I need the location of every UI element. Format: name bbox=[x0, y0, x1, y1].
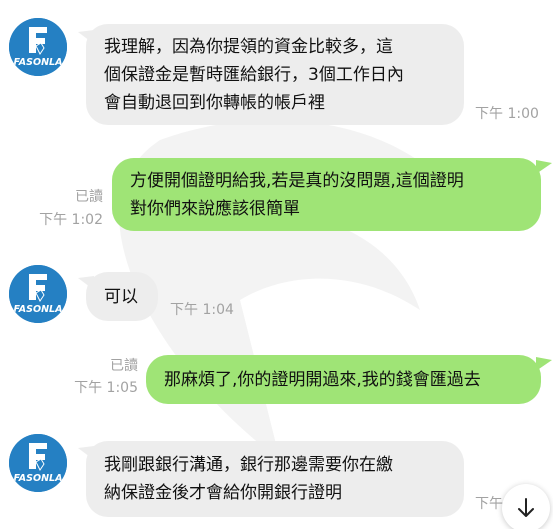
message-bubble-outgoing[interactable]: 方便開個證明給我,若是真的沒問題,這個證明 對你們來說應該很簡單 bbox=[112, 158, 541, 231]
message-line: 方便開個證明給我,若是真的沒問題,這個證明 bbox=[130, 171, 464, 191]
message-line: 對你們來說應該很簡單 bbox=[130, 199, 300, 219]
message-time: 下午 bbox=[475, 496, 503, 512]
message-line: 那麻煩了,你的證明開過來,我的錢會匯過去 bbox=[164, 370, 481, 390]
read-receipt: 已讀 bbox=[110, 358, 138, 374]
message-time: 下午 1:05 bbox=[74, 380, 138, 396]
message-line: 納保證金後才會給你開銀行證明 bbox=[104, 483, 342, 503]
scroll-to-bottom-button[interactable] bbox=[502, 484, 550, 529]
read-receipt: 已讀 bbox=[75, 189, 103, 205]
message-bubble-incoming[interactable]: 我剛跟銀行溝通，銀行那邊需要你在繳 納保證金後才會給你開銀行證明 bbox=[86, 441, 464, 517]
sender-avatar[interactable]: FASONLA bbox=[9, 18, 67, 76]
message-time: 下午 1:04 bbox=[170, 302, 234, 318]
arrow-down-icon bbox=[518, 498, 534, 517]
message-line: 我理解，因為你提領的資金比較多，這 bbox=[104, 37, 393, 57]
bubble-tail bbox=[536, 357, 552, 371]
message-line: 會自動退回到你轉帳的帳戶裡 bbox=[104, 93, 325, 113]
message-line: 我剛跟銀行溝通，銀行那邊需要你在繳 bbox=[104, 455, 393, 475]
message-bubble-incoming[interactable]: 我理解，因為你提領的資金比較多，這 個保證金是暫時匯給銀行，3個工作日內 會自動… bbox=[86, 24, 464, 125]
message-line: 個保證金是暫時匯給銀行，3個工作日內 bbox=[104, 65, 404, 85]
logo-text: FASONLA bbox=[14, 57, 63, 68]
message-bubble-incoming[interactable]: 可以 bbox=[86, 272, 158, 321]
logo-text: FASONLA bbox=[14, 304, 63, 315]
bubble-tail bbox=[536, 160, 552, 174]
logo-text: FASONLA bbox=[14, 473, 63, 484]
message-line: 可以 bbox=[104, 287, 138, 307]
message-bubble-outgoing[interactable]: 那麻煩了,你的證明開過來,我的錢會匯過去 bbox=[146, 355, 541, 404]
sender-avatar[interactable]: FASONLA bbox=[9, 434, 67, 492]
sender-avatar[interactable]: FASONLA bbox=[9, 265, 67, 323]
message-time: 下午 1:00 bbox=[475, 106, 539, 122]
message-time: 下午 1:02 bbox=[39, 212, 103, 228]
